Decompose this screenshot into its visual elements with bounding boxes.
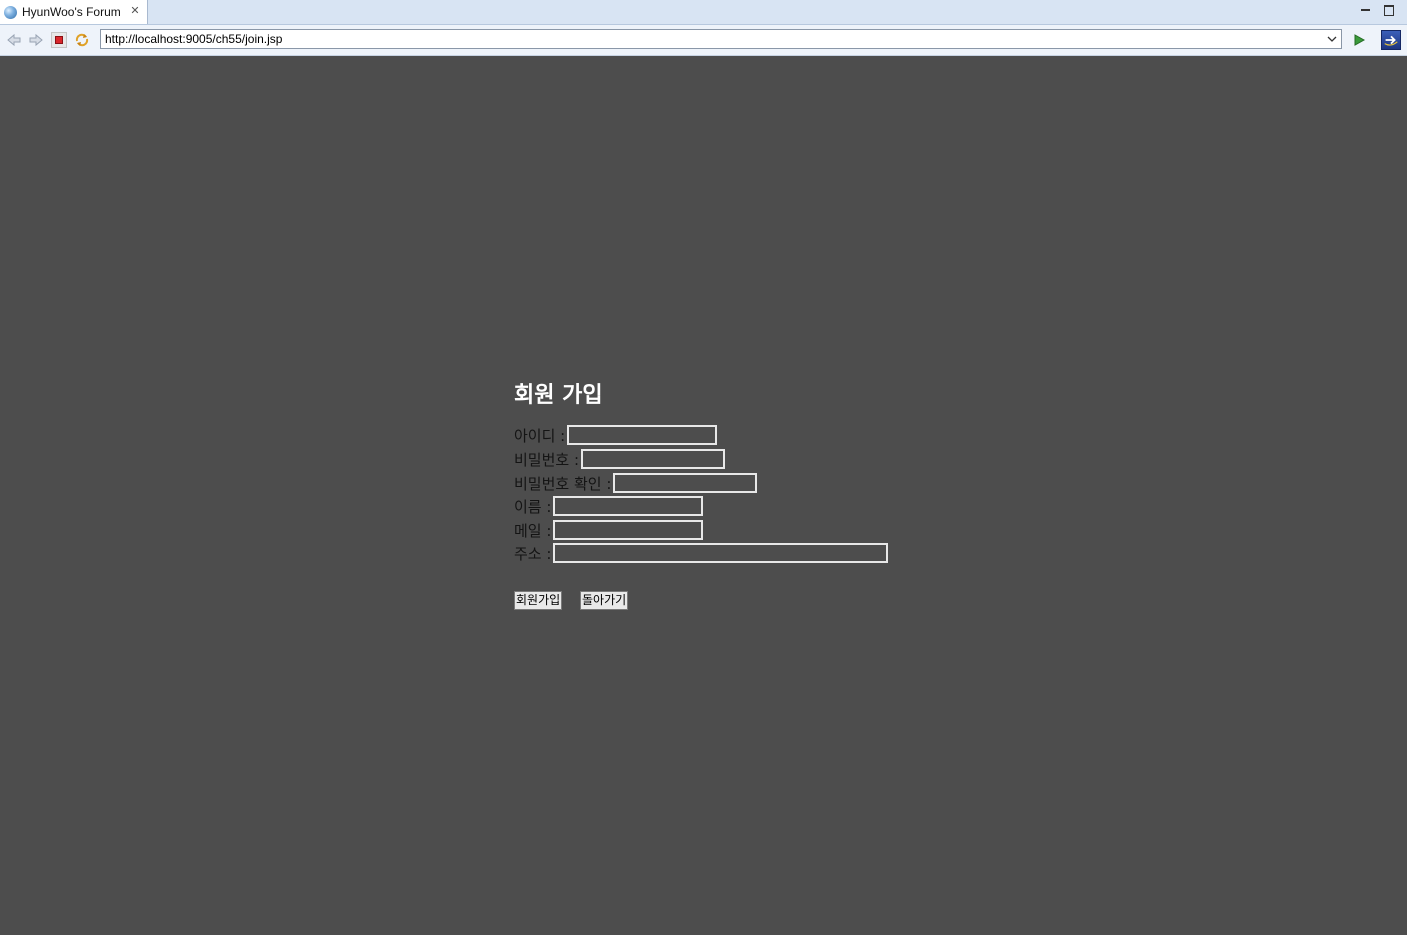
minimize-icon[interactable] xyxy=(1360,4,1372,16)
field-row-email: 메일 : xyxy=(514,519,704,541)
name-label: 이름 : xyxy=(514,497,552,516)
tab-title: HyunWoo's Forum xyxy=(22,5,121,19)
url-text: http://localhost:9005/ch55/join.jsp xyxy=(105,32,283,46)
page-title: 회원 가입 xyxy=(514,383,603,408)
password-confirm-input[interactable] xyxy=(613,473,758,493)
password-input[interactable] xyxy=(581,449,726,469)
close-tab-icon[interactable]: ✕ xyxy=(129,5,141,17)
address-label: 주소 : xyxy=(514,544,552,563)
field-row-name: 이름 : xyxy=(514,495,704,517)
password-label: 비밀번호 : xyxy=(514,450,580,469)
id-input[interactable] xyxy=(567,425,718,445)
password-confirm-label: 비밀번호 확인 : xyxy=(514,474,612,493)
email-label: 메일 : xyxy=(514,521,552,540)
globe-icon xyxy=(4,5,17,19)
chevron-down-icon[interactable] xyxy=(1325,31,1339,47)
name-input[interactable] xyxy=(553,496,704,516)
stop-icon[interactable] xyxy=(51,32,67,48)
field-row-id: 아이디 : xyxy=(514,424,718,446)
field-row-password-confirm: 비밀번호 확인 : xyxy=(514,472,758,494)
navigation-bar: http://localhost:9005/ch55/join.jsp xyxy=(0,25,1407,56)
address-input[interactable] xyxy=(553,543,889,563)
join-submit-button[interactable]: 회원가입 xyxy=(514,591,563,610)
back-button[interactable]: 돌아가기 xyxy=(580,591,629,610)
external-browser-icon[interactable] xyxy=(1381,30,1401,50)
browser-tab[interactable]: HyunWoo's Forum ✕ xyxy=(0,0,148,24)
email-input[interactable] xyxy=(553,520,704,540)
forward-arrow-icon[interactable] xyxy=(28,32,44,48)
page-body xyxy=(1,56,1407,935)
join-form: 회원 가입 아이디 : 비밀번호 : 비밀번호 확인 : 이름 : 메일 : 주… xyxy=(514,381,889,610)
field-row-password: 비밀번호 : xyxy=(514,448,726,470)
refresh-icon[interactable] xyxy=(74,32,90,48)
id-label: 아이디 : xyxy=(514,426,566,445)
field-row-address: 주소 : xyxy=(514,542,889,564)
url-input[interactable]: http://localhost:9005/ch55/join.jsp xyxy=(100,29,1342,49)
play-icon[interactable] xyxy=(1351,32,1367,48)
back-arrow-icon[interactable] xyxy=(6,32,22,48)
maximize-icon[interactable] xyxy=(1383,4,1395,16)
tab-bar: HyunWoo's Forum ✕ xyxy=(0,0,1407,25)
